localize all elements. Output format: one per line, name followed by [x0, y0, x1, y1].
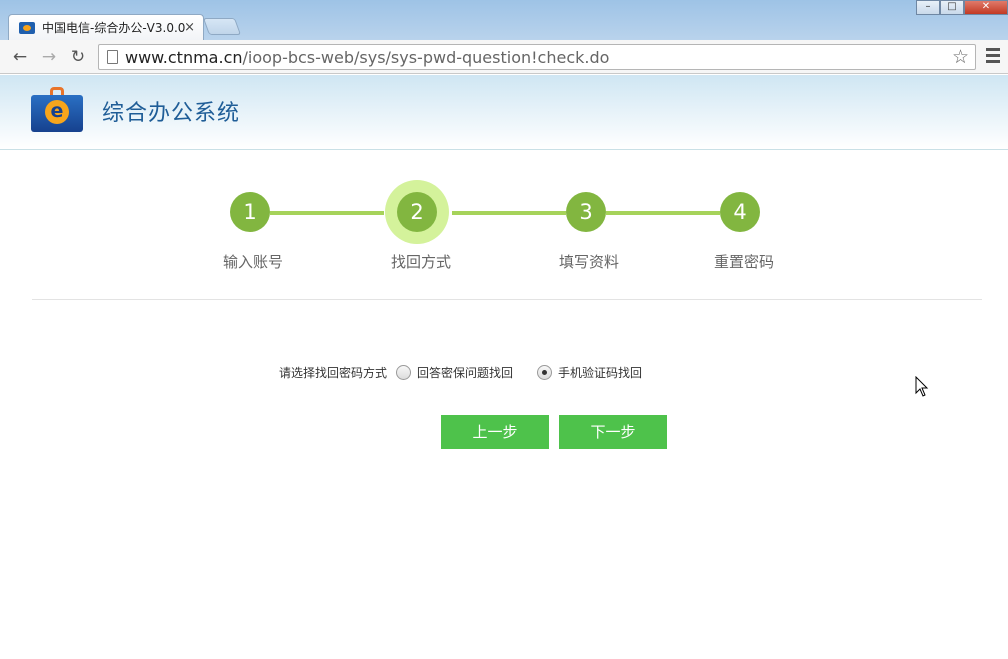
browser-titlebar: 中国电信-综合办公-V3.0.0 × – □ ✕ [0, 0, 1008, 40]
step-progress: 1 2 3 4 输入账号 找回方式 填写资料 重置密码 [0, 150, 1008, 300]
step-2-circle: 2 [397, 192, 437, 232]
tab-close-icon[interactable]: × [184, 20, 195, 35]
close-window-button[interactable]: ✕ [964, 0, 1008, 15]
prev-step-button[interactable]: 上一步 [441, 415, 549, 449]
step-1-circle: 1 [230, 192, 270, 232]
forward-icon[interactable]: → [38, 46, 60, 68]
url-path: /ioop-bcs-web/sys/sys-pwd-question!check… [242, 47, 610, 67]
site-title: 综合办公系统 [102, 101, 241, 126]
step-3-circle: 3 [566, 192, 606, 232]
option-sms-code-label: 手机验证码找回 [558, 366, 643, 380]
step-connector [606, 211, 720, 215]
mouse-pointer-icon [915, 376, 929, 397]
browser-toolbar: ← → ↻ www.ctnma.cn/ioop-bcs-web/sys/sys-… [0, 40, 1008, 74]
radio-sms-code[interactable] [537, 365, 553, 380]
step-4-circle: 4 [720, 192, 760, 232]
reload-icon[interactable]: ↻ [67, 46, 89, 68]
page-header: e 综合办公系统 [0, 75, 1008, 150]
option-security-question[interactable]: 回答密保问题找回 [396, 364, 513, 381]
step-2-label: 找回方式 [390, 253, 451, 271]
browser-menu-icon[interactable] [986, 48, 1000, 64]
briefcase-logo-icon: e [31, 87, 83, 133]
step-1-label: 输入账号 [222, 253, 283, 271]
bookmark-star-icon[interactable]: ☆ [952, 46, 969, 68]
next-step-button[interactable]: 下一步 [559, 415, 667, 449]
url-host: www.ctnma.cn [125, 47, 243, 67]
option-security-question-label: 回答密保问题找回 [417, 366, 514, 380]
address-bar[interactable]: www.ctnma.cn/ioop-bcs-web/sys/sys-pwd-qu… [98, 44, 976, 70]
recovery-method-label: 请选择找回密码方式 [279, 366, 388, 380]
back-icon[interactable]: ← [9, 46, 31, 68]
site-favicon-icon [19, 21, 35, 34]
step-connector [270, 211, 384, 215]
radio-security-question[interactable] [396, 365, 412, 380]
maximize-button[interactable]: □ [940, 0, 964, 15]
page-icon [107, 50, 118, 64]
recovery-method-row: 请选择找回密码方式 回答密保问题找回 手机验证码找回 [279, 364, 666, 381]
new-tab-button[interactable] [202, 18, 242, 35]
url-text: www.ctnma.cn/ioop-bcs-web/sys/sys-pwd-qu… [125, 48, 609, 67]
step-connector [452, 211, 566, 215]
step-4-label: 重置密码 [713, 253, 774, 271]
browser-tab[interactable]: 中国电信-综合办公-V3.0.0 × [8, 14, 204, 40]
option-sms-code[interactable]: 手机验证码找回 [537, 364, 642, 381]
tab-title: 中国电信-综合办公-V3.0.0 [42, 21, 186, 35]
window-controls: – □ ✕ [916, 0, 1008, 15]
minimize-button[interactable]: – [916, 0, 940, 15]
step-3-label: 填写资料 [558, 253, 619, 271]
divider [32, 299, 982, 300]
